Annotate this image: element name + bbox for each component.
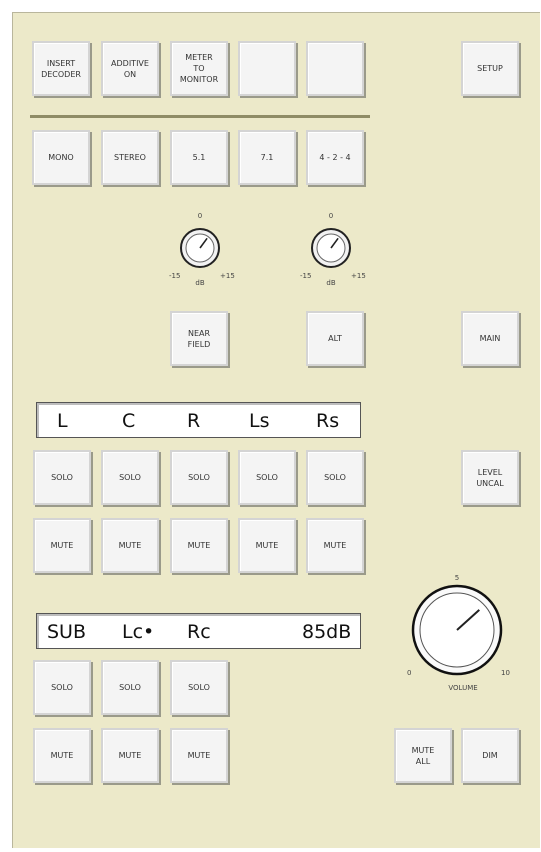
near-field-label: NEAR FIELD xyxy=(187,328,211,349)
setup-button[interactable]: SETUP xyxy=(461,41,519,96)
mute-ls-label: MUTE xyxy=(255,541,279,550)
solo-rc-label: SOLO xyxy=(188,683,210,692)
mute-rc-button[interactable]: MUTE xyxy=(170,728,228,783)
mute-c-label: MUTE xyxy=(118,541,142,550)
format-5-1-button[interactable]: 5.1 xyxy=(170,130,228,185)
channel-display-top: L C R Ls Rs xyxy=(36,402,361,438)
mono-label: MONO xyxy=(48,153,74,162)
knob-right-min-label: -15 xyxy=(300,272,311,280)
volume-max-label: 10 xyxy=(501,669,510,677)
main-label: MAIN xyxy=(479,334,501,343)
alt-label: ALT xyxy=(328,334,342,343)
knob-right-top-label: 0 xyxy=(329,212,333,220)
mute-ls-button[interactable]: MUTE xyxy=(238,518,296,573)
mute-rc-label: MUTE xyxy=(187,751,211,760)
insert-decoder-label: INSERT DECODER xyxy=(41,58,81,79)
format-7-1-button[interactable]: 7.1 xyxy=(238,130,296,185)
mute-r-button[interactable]: MUTE xyxy=(170,518,228,573)
solo-rc-button[interactable]: SOLO xyxy=(170,660,228,715)
insert-decoder-button[interactable]: INSERT DECODER xyxy=(32,41,90,96)
volume-top-label: 5 xyxy=(455,574,459,582)
solo-sub-label: SOLO xyxy=(51,683,73,692)
solo-rs-button[interactable]: SOLO xyxy=(306,450,364,505)
trim-knob-left[interactable]: 0 -15 +15 dB xyxy=(160,208,240,288)
format-4-2-4-button[interactable]: 4 - 2 - 4 xyxy=(306,130,364,185)
knob-left-min-label: -15 xyxy=(169,272,180,280)
additive-on-label: ADDITIVE ON xyxy=(111,58,149,79)
near-field-button[interactable]: NEAR FIELD xyxy=(170,311,228,366)
mute-r-label: MUTE xyxy=(187,541,211,550)
stereo-button[interactable]: STEREO xyxy=(101,130,159,185)
solo-c-label: SOLO xyxy=(119,473,141,482)
knob-left-top-label: 0 xyxy=(198,212,202,220)
solo-r-label: SOLO xyxy=(188,473,210,482)
mute-lc-label: MUTE xyxy=(118,751,142,760)
solo-lc-button[interactable]: SOLO xyxy=(101,660,159,715)
solo-ls-button[interactable]: SOLO xyxy=(238,450,296,505)
mute-rs-label: MUTE xyxy=(323,541,347,550)
additive-on-button[interactable]: ADDITIVE ON xyxy=(101,41,159,96)
solo-l-button[interactable]: SOLO xyxy=(33,450,91,505)
solo-r-button[interactable]: SOLO xyxy=(170,450,228,505)
divider-line xyxy=(30,115,370,118)
channel-label-rc: Rc xyxy=(187,621,211,643)
channel-label-l: L xyxy=(57,410,68,432)
solo-ls-label: SOLO xyxy=(256,473,278,482)
stereo-label: STEREO xyxy=(114,153,146,162)
channel-label-ls: Ls xyxy=(249,410,270,432)
level-uncal-label: LEVEL UNCAL xyxy=(476,467,504,488)
volume-knob[interactable]: 5 0 10 VOLUME xyxy=(395,568,535,703)
knob-left-max-label: +15 xyxy=(220,272,235,280)
solo-lc-label: SOLO xyxy=(119,683,141,692)
channel-label-c: C xyxy=(122,410,136,432)
mute-l-button[interactable]: MUTE xyxy=(33,518,91,573)
format-4-2-4-label: 4 - 2 - 4 xyxy=(319,153,351,162)
dim-label: DIM xyxy=(482,751,498,760)
meter-to-monitor-label: METER TO MONITOR xyxy=(179,53,219,84)
mute-sub-label: MUTE xyxy=(50,751,74,760)
knob-left-unit-label: dB xyxy=(195,279,204,287)
mute-c-button[interactable]: MUTE xyxy=(101,518,159,573)
setup-label: SETUP xyxy=(477,64,503,73)
blank-button-1[interactable] xyxy=(238,41,296,96)
solo-sub-button[interactable]: SOLO xyxy=(33,660,91,715)
solo-c-button[interactable]: SOLO xyxy=(101,450,159,505)
mute-rs-button[interactable]: MUTE xyxy=(306,518,364,573)
mute-sub-button[interactable]: MUTE xyxy=(33,728,91,783)
volume-label: VOLUME xyxy=(448,684,477,692)
mute-all-label: MUTE ALL xyxy=(411,745,435,766)
knob-right-max-label: +15 xyxy=(351,272,366,280)
channel-label-sub: SUB xyxy=(47,621,87,643)
channel-label-lc: Lc• xyxy=(122,621,155,643)
alt-button[interactable]: ALT xyxy=(306,311,364,366)
main-button[interactable]: MAIN xyxy=(461,311,519,366)
trim-knob-right[interactable]: 0 -15 +15 dB xyxy=(291,208,371,288)
format-5-1-label: 5.1 xyxy=(192,153,206,162)
mute-lc-button[interactable]: MUTE xyxy=(101,728,159,783)
channel-label-rs: Rs xyxy=(316,410,340,432)
level-readout: 85dB xyxy=(302,621,352,643)
format-7-1-label: 7.1 xyxy=(260,153,274,162)
mute-l-label: MUTE xyxy=(50,541,74,550)
level-uncal-button[interactable]: LEVEL UNCAL xyxy=(461,450,519,505)
knob-right-unit-label: dB xyxy=(326,279,335,287)
dim-button[interactable]: DIM xyxy=(461,728,519,783)
solo-l-label: SOLO xyxy=(51,473,73,482)
mono-button[interactable]: MONO xyxy=(32,130,90,185)
volume-min-label: 0 xyxy=(407,669,411,677)
blank-button-2[interactable] xyxy=(306,41,364,96)
channel-label-r: R xyxy=(187,410,201,432)
solo-rs-label: SOLO xyxy=(324,473,346,482)
mute-all-button[interactable]: MUTE ALL xyxy=(394,728,452,783)
meter-to-monitor-button[interactable]: METER TO MONITOR xyxy=(170,41,228,96)
channel-display-bottom: SUB Lc• Rc 85dB xyxy=(36,613,361,649)
